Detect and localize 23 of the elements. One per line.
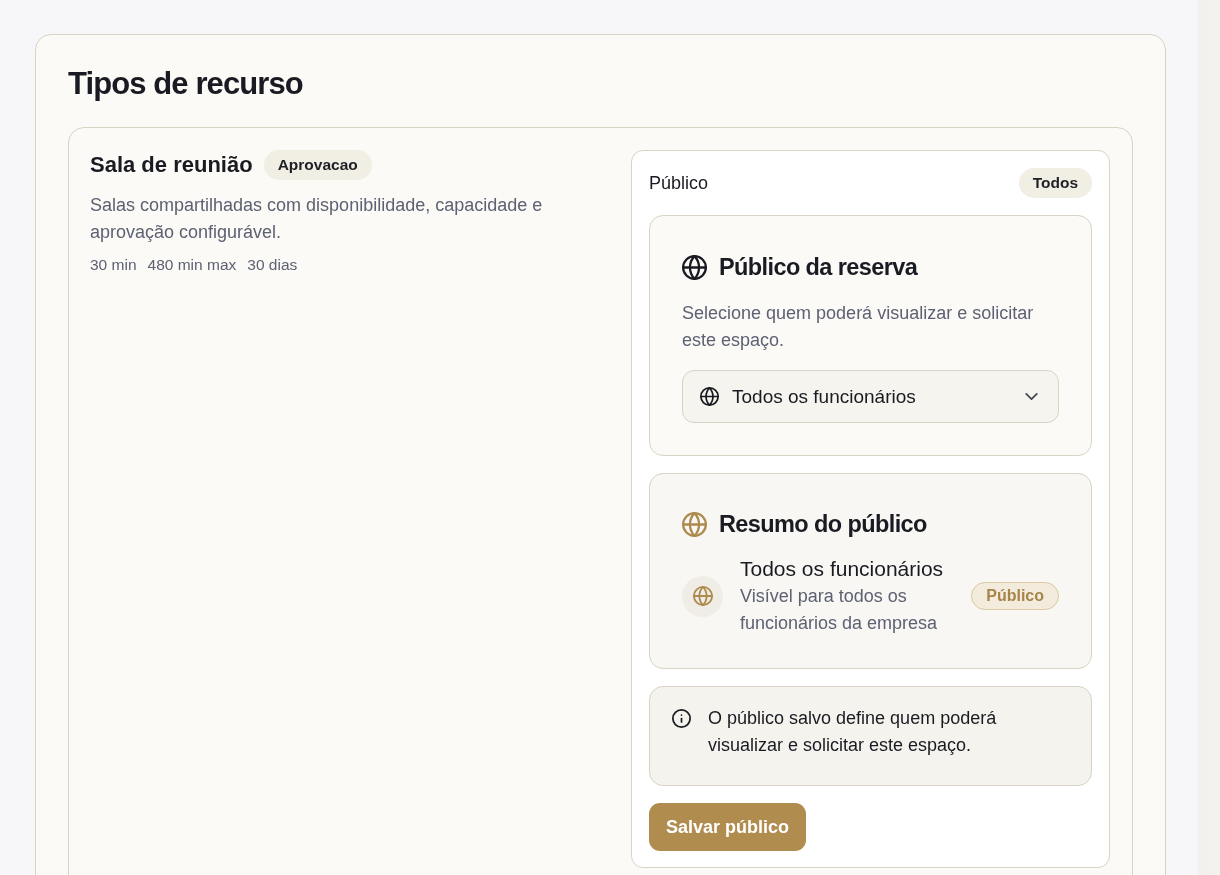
card-title: Público da reserva	[719, 253, 918, 282]
audience-description: Visível para todos os funcionários da empresa	[740, 585, 939, 635]
globe-icon	[682, 511, 707, 537]
public-badge: Público	[971, 582, 1059, 610]
globe-icon	[682, 254, 707, 280]
page-title: Tipos de recurso	[68, 65, 304, 103]
card-description: Selecione quem poderá visualizar e solicitar este espaço.	[682, 302, 1035, 352]
approval-badge: Aprovacao	[263, 150, 372, 180]
panel-title: Público	[649, 172, 709, 194]
audience-select[interactable]: Todos os funcionários	[682, 370, 1059, 423]
globe-icon	[700, 387, 719, 406]
audience-badge: Todos	[1018, 168, 1092, 198]
meta-text: 480 min max	[147, 255, 237, 275]
info-icon	[672, 709, 691, 728]
globe-icon	[682, 575, 723, 617]
meta-text: 30 dias	[247, 255, 298, 275]
card-title: Resumo do público	[719, 510, 927, 539]
resource-type-description: Salas compartilhadas com disponibilidade, capacidade e aprovação configurável.	[90, 194, 544, 244]
resource-type-name: Sala de reunião	[90, 152, 253, 178]
info-text: O público salvo define quem poderá visualizar e solicitar este espaço.	[708, 707, 998, 757]
caret-icon	[1025, 393, 1038, 400]
meta-text: 30 min	[90, 255, 137, 275]
audience-name: Todos os funcionários	[740, 556, 945, 582]
